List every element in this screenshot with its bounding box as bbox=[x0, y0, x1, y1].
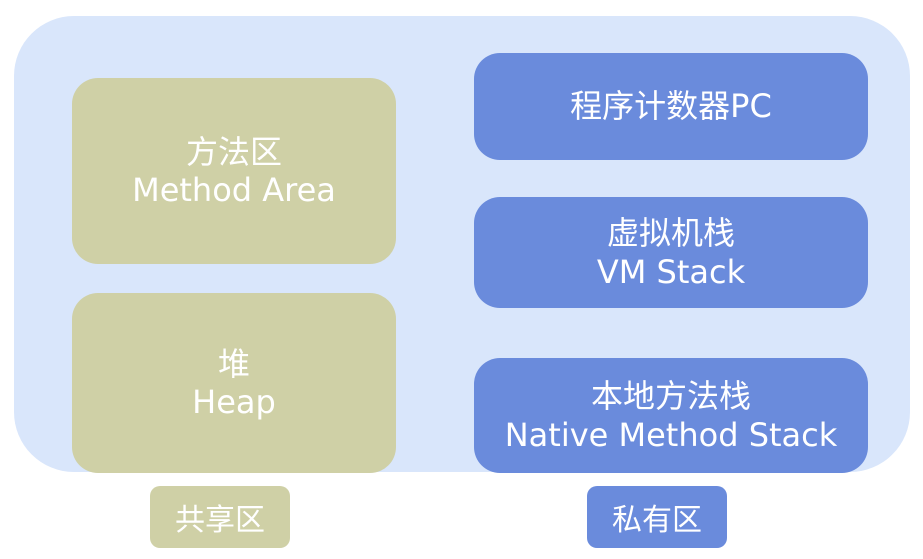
heap-en-label: Heap bbox=[192, 383, 276, 421]
program-counter-label: 程序计数器PC bbox=[570, 87, 772, 126]
vm-stack-en-label: VM Stack bbox=[596, 252, 746, 291]
native-method-stack-en-label: Native Method Stack bbox=[504, 415, 838, 454]
program-counter-box: 程序计数器PC bbox=[474, 53, 868, 160]
method-area-en-label: Method Area bbox=[132, 171, 336, 209]
vm-stack-zh-label: 虚拟机栈 bbox=[606, 214, 735, 253]
method-area-box: 方法区 Method Area bbox=[72, 78, 396, 264]
native-method-stack-zh-label: 本地方法栈 bbox=[590, 377, 751, 416]
private-area-legend: 私有区 bbox=[587, 486, 727, 548]
heap-box: 堆 Heap bbox=[72, 293, 396, 473]
shared-area-legend: 共享区 bbox=[150, 486, 290, 548]
native-method-stack-box: 本地方法栈 Native Method Stack bbox=[474, 358, 868, 473]
method-area-zh-label: 方法区 bbox=[185, 132, 282, 171]
private-area-legend-label: 私有区 bbox=[612, 503, 702, 538]
heap-zh-label: 堆 bbox=[217, 344, 250, 383]
vm-stack-box: 虚拟机栈 VM Stack bbox=[474, 197, 868, 308]
jvm-memory-container: 方法区 Method Area 堆 Heap 程序计数器PC 虚拟机栈 VM S… bbox=[14, 16, 910, 473]
shared-area-legend-label: 共享区 bbox=[175, 503, 265, 538]
